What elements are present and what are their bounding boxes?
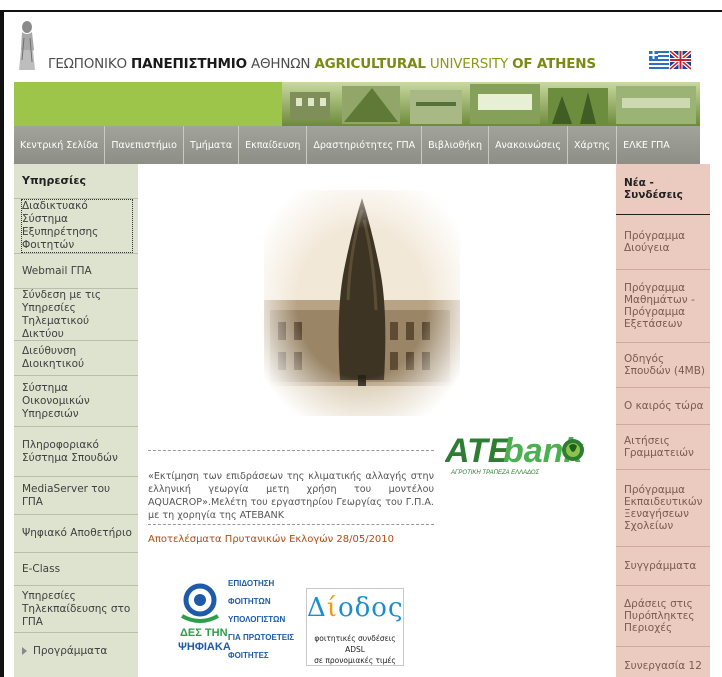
digital-left-1: ΔΕΣ ΤΗΝ: [180, 627, 228, 639]
main-nav: Κεντρική Σελίδα Πανεπιστήμιο Τμήματα Εκπ…: [14, 126, 700, 164]
main-content: «Εκτίμηση των επιδράσεων της κλιματικής …: [138, 164, 598, 677]
nav-home[interactable]: Κεντρική Σελίδα: [14, 126, 106, 164]
services-sidebar: Υπηρεσίες Διαδικτυακό Σύστημα Εξυπηρέτησ…: [14, 164, 138, 677]
news-link-diavgeia[interactable]: Πρόγραμμα Διούγεια: [616, 215, 710, 270]
nav-map[interactable]: Χάρτης: [568, 126, 618, 164]
uk-flag-icon[interactable]: [668, 51, 691, 71]
diodos-caption: φοιτητικές συνδέσεις ADSL σε προνομιακές…: [307, 633, 403, 666]
banner-strip: [14, 82, 700, 126]
nav-library[interactable]: Βιβλιοθήκη: [422, 126, 490, 164]
sidebar-item-label: Υπηρεσίες Τηλεκπαίδευσης στο ΓΠΑ: [22, 589, 131, 628]
digital-line-1: ΕΠΙΔΟΤΗΣΗ: [228, 579, 275, 588]
digital-left-2: ΨΗΦΙΑΚΑ: [178, 641, 231, 653]
news-link-fire-areas[interactable]: Δράσεις στις Πυρόπληκτες Περιοχές: [616, 586, 710, 647]
news-link-applications[interactable]: Αιτήσεις Γραμματειών: [616, 425, 710, 470]
nav-elke[interactable]: ΕΛΚΕ ΓΠΑ: [617, 126, 676, 164]
sidebar-item-repository[interactable]: Ψηφιακό Αποθετήριο: [14, 515, 138, 553]
university-building-photo: [264, 190, 460, 416]
sidebar-item-telematics[interactable]: Σύνδεση με τις Υπηρεσίες Τηλεματικού Δικ…: [14, 289, 138, 341]
title-greek-2: ΠΑΝΕΠΙΣΤΗΜΙΟ: [131, 56, 247, 72]
diodos-title: Δίοδος: [307, 593, 403, 623]
site-title[interactable]: ΓΕΩΠΟΝΙΚΟ ΠΑΝΕΠΙΣΤΗΜΙΟ ΑΘΗΝΩΝ AGRICULTUR…: [48, 56, 596, 72]
university-emblem-icon[interactable]: [16, 20, 38, 72]
digital-line-4: ΓΙΑ ΠΡΩΤΟΕΤΕΙΣ: [228, 633, 294, 642]
news-link-cooperation[interactable]: Συνεργασία 12: [616, 647, 710, 677]
ate-subtitle: ΑΓΡΟΤΙΚΗ ΤΡΑΠΕΖΑ ΕΛΛΑΔΟΣ: [450, 470, 540, 476]
title-english-3: OF ATHENS: [512, 56, 596, 72]
sidebar-item-label: Σύνδεση με τις Υπηρεσίες Τηλεματικού Δικ…: [22, 288, 102, 340]
sidebar-item-mediaserver[interactable]: MediaServer του ΓΠΑ: [14, 477, 138, 515]
title-english-2: UNIVERSITY: [425, 56, 513, 72]
digital-subsidy-logo[interactable]: ΔΕΣ ΤΗΝ ΨΗΦΙΑΚΑ ΕΠΙΔΟΤΗΣΗ ΦΟΙΤΗΤΩΝ ΥΠΟΛΟ…: [178, 572, 298, 677]
news-link-school-tours[interactable]: Πρόγραμμα Εκπαιδευτικών Ξεναγήσεων Σχολε…: [616, 470, 710, 547]
atebank-logo[interactable]: ATE bank ΑΓΡΟΤΙΚΗ ΤΡΑΠΕΖΑ ΕΛΛΑΔΟΣ: [445, 430, 585, 478]
campus-photos-collage: [282, 82, 700, 126]
news-links-sidebar: Νέα - Συνδέσεις Πρόγραμμα Διούγεια Πρόγρ…: [616, 164, 710, 677]
news-link-weather[interactable]: Ο καιρός τώρα: [616, 388, 710, 425]
sidebar-item-elearning[interactable]: Υπηρεσίες Τηλεκπαίδευσης στο ΓΠΑ: [14, 586, 138, 633]
sidebar-item-label: Σύστημα Οικονομικών Υπηρεσιών: [22, 381, 90, 420]
greek-flag-icon[interactable]: [649, 51, 669, 69]
sidebar-item-label: Διεύθυνση Διοικητικού: [22, 345, 85, 370]
triangle-right-icon: [22, 647, 27, 655]
digital-line-5: ΦΟΙΤΗΤΕΣ: [228, 651, 269, 660]
page: ΓΕΩΠΟΝΙΚΟ ΠΑΝΕΠΙΣΤΗΜΙΟ ΑΘΗΝΩΝ AGRICULTUR…: [4, 12, 722, 677]
sidebar-item-label: Πληροφοριακό Σύστημα Σπουδών: [22, 438, 118, 464]
diodos-adsl-logo[interactable]: Δίοδος φοιτητικές συνδέσεις ADSL σε προν…: [306, 588, 404, 666]
news-link-textbooks[interactable]: Συγγράμματα: [616, 547, 710, 586]
diodos-caption-1: φοιτητικές συνδέσεις ADSL: [314, 634, 396, 654]
diodos-title-b: ί: [326, 593, 338, 623]
elections-results-link[interactable]: Αποτελέσματα Πρυτανικών Εκλογών 28/05/20…: [148, 534, 394, 545]
diodos-title-c: οδος: [337, 593, 404, 623]
language-flags: [649, 51, 691, 71]
title-english-1: AGRICULTURAL: [314, 56, 426, 72]
diodos-title-a: Δ: [307, 593, 327, 623]
news-link-study-guide[interactable]: Οδηγός Σπουδών (4MB): [616, 343, 710, 388]
nav-education[interactable]: Εκπαίδευση: [239, 126, 308, 164]
title-greek-3: ΑΘΗΝΩΝ: [246, 56, 315, 72]
sidebar-item-label: E-Class: [22, 562, 61, 575]
news-divider-bottom: [148, 524, 434, 525]
news-links-heading: Νέα - Συνδέσεις: [616, 164, 710, 215]
title-greek-1: ΓΕΩΠΟΝΙΚΟ: [48, 56, 131, 72]
sidebar-item-label: Webmail ΓΠΑ: [22, 264, 92, 277]
digital-line-3: ΥΠΟΛΟΓΙΣΤΩΝ: [228, 615, 285, 624]
news-link-schedules[interactable]: Πρόγραμμα Μαθημάτων - Πρόγραμμα Εξετάσεω…: [616, 270, 710, 343]
sidebar-item-label: Διαδικτυακό Σύστημα Εξυπηρέτησης Φοιτητώ…: [21, 199, 133, 253]
nav-activities[interactable]: Δραστηριότητες ΓΠΑ: [307, 126, 423, 164]
site-header: ΓΕΩΠΟΝΙΚΟ ΠΑΝΕΠΙΣΤΗΜΙΟ ΑΘΗΝΩΝ AGRICULTUR…: [4, 12, 722, 82]
sidebar-item-webmail[interactable]: Webmail ΓΠΑ: [14, 254, 138, 289]
sidebar-item-administration[interactable]: Διεύθυνση Διοικητικού: [14, 341, 138, 376]
sidebar-item-finance[interactable]: Σύστημα Οικονομικών Υπηρεσιών: [14, 376, 138, 427]
nav-announcements[interactable]: Ανακοινώσεις: [489, 126, 568, 164]
nav-departments[interactable]: Τμήματα: [184, 126, 240, 164]
diodos-caption-2: σε προνομιακές τιμές: [314, 656, 396, 665]
sidebar-item-label: MediaServer του ΓΠΑ: [22, 482, 111, 508]
services-heading: Υπηρεσίες: [14, 164, 138, 199]
digital-line-2: ΦΟΙΤΗΤΩΝ: [228, 597, 271, 606]
sidebar-item-programs[interactable]: Προγράμματα: [14, 633, 138, 669]
sidebar-item-eclass[interactable]: E-Class: [14, 553, 138, 586]
ate-word: ATE: [445, 432, 512, 470]
nav-university[interactable]: Πανεπιστήμιο: [105, 126, 184, 164]
sidebar-item-label: Προγράμματα: [33, 644, 108, 657]
sidebar-item-studies-system[interactable]: Πληροφοριακό Σύστημα Σπουδών: [14, 427, 138, 477]
sidebar-item-label: Ψηφιακό Αποθετήριο: [22, 527, 132, 539]
news-divider-top: [148, 450, 434, 451]
sidebar-item-student-services[interactable]: Διαδικτυακό Σύστημα Εξυπηρέτησης Φοιτητώ…: [14, 199, 138, 254]
news-item-aquacrop[interactable]: «Εκτίμηση των επιδράσεων της κλιματικής …: [148, 470, 434, 522]
